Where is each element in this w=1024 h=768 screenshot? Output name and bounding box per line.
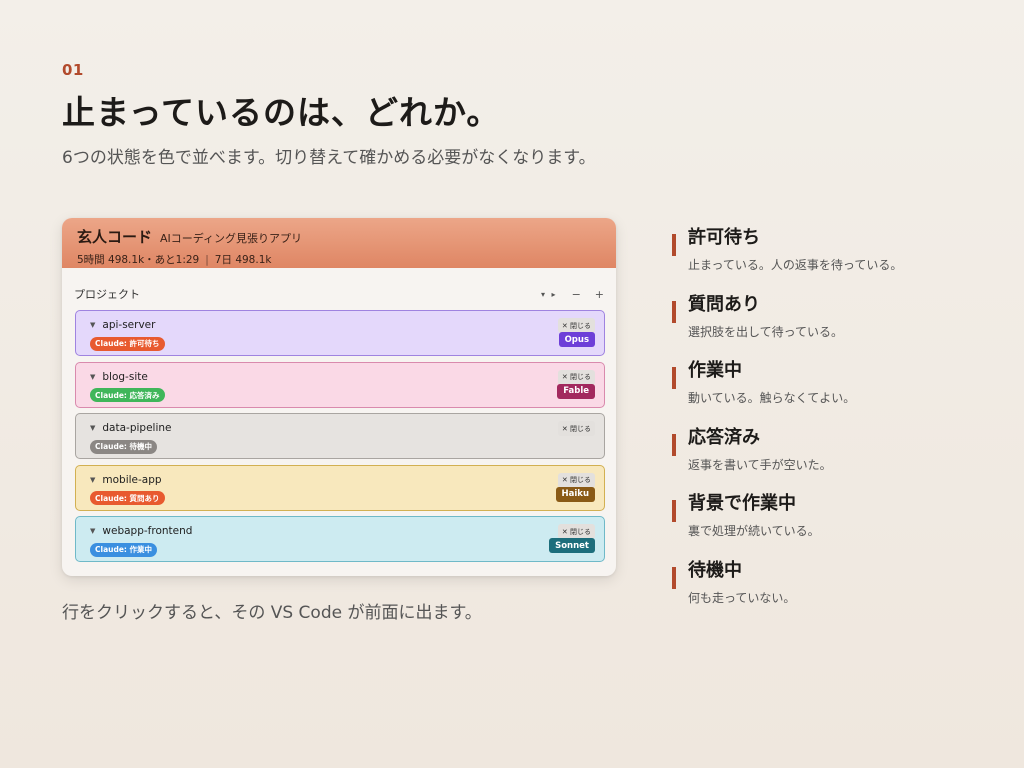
app-subtitle: AIコーディング見張りアプリ (160, 232, 303, 245)
expand-collapse-icon[interactable]: ▾ ▸ (541, 290, 558, 299)
legend-item: 作業中動いている。触らなくてよい。 (672, 359, 992, 426)
week-usage: 7日 498.1k (214, 254, 272, 266)
status-legend: 許可待ち止まっている。人の返事を待っている。質問あり選択肢を出して待っている。作… (672, 226, 992, 626)
project-name: api-server (102, 319, 156, 331)
project-row-blog-site[interactable]: ▼ blog-site Claude: 応答済み ✕ 閉じる Fable (75, 361, 605, 408)
model-tag: Fable (557, 383, 595, 399)
legend-description: 何も走っていない。 (688, 590, 796, 605)
project-section-header: プロジェクト ▾ ▸ − + (62, 278, 616, 310)
legend-title: 背景で作業中 (688, 493, 796, 515)
legend-description: 返事を書いて手が空いた。 (688, 457, 832, 472)
minus-icon[interactable]: − (572, 288, 581, 301)
chevron-down-icon[interactable]: ▼ (90, 321, 95, 329)
legend-item: 背景で作業中裏で処理が続いている。 (672, 492, 992, 559)
legend-accent-bar (672, 500, 676, 523)
project-row-data-pipeline[interactable]: ▼ data-pipeline Claude: 待機中 ✕ 閉じる (75, 413, 605, 459)
project-list: ▼ api-server Claude: 許可待ち ✕ 閉じる Opus ▼ blog-si… (62, 310, 616, 562)
session-usage: 5時間 498.1k・あと1:29 (77, 254, 200, 266)
chevron-down-icon[interactable]: ▼ (90, 476, 95, 484)
legend-title: 作業中 (688, 360, 742, 382)
legend-description: 裏で処理が続いている。 (688, 524, 820, 539)
status-badge: Claude: 応答済み (90, 388, 165, 402)
legend-title: 待機中 (688, 559, 742, 581)
status-badge: Claude: 作業中 (90, 542, 158, 557)
app-window: 玄人コード AIコーディング見張りアプリ 5時間 498.1k・あと1:29 | 7… (62, 218, 616, 576)
page-title: 止まっているのは、どれか。 (62, 93, 501, 132)
legend-item: 質問あり選択肢を出して待っている。 (672, 293, 992, 360)
close-button[interactable]: ✕ 閉じる (557, 369, 595, 385)
close-button[interactable]: ✕ 閉じる (557, 318, 595, 333)
project-row-webapp-frontend[interactable]: ▼ webapp-frontend Claude: 作業中 ✕ 閉じる Sonnet (75, 516, 605, 562)
legend-accent-bar (672, 566, 676, 589)
project-name: blog-site (102, 370, 148, 383)
legend-title: 応答済み (688, 426, 760, 448)
legend-description: 選択肢を出して待っている。 (688, 324, 844, 339)
page-subtitle: 6つの状態を色で並べます。切り替えて確かめる必要がなくなります。 (62, 148, 596, 168)
chevron-down-icon[interactable]: ▼ (90, 527, 95, 535)
legend-accent-bar (672, 234, 676, 256)
legend-item: 応答済み返事を書いて手が空いた。 (672, 426, 992, 493)
status-badge: Claude: 待機中 (90, 439, 158, 454)
legend-accent-bar (672, 433, 676, 456)
legend-accent-bar (672, 300, 676, 323)
close-button[interactable]: ✕ 閉じる (557, 421, 595, 436)
close-button[interactable]: ✕ 閉じる (557, 472, 595, 488)
legend-description: 止まっている。人の返事を待っている。 (688, 258, 903, 272)
status-badge: Claude: 許可待ち (90, 336, 165, 351)
status-badge: Claude: 質問あり (90, 491, 165, 505)
caption: 行をクリックすると、その VS Code が前面に出ます。 (62, 603, 482, 623)
project-name: webapp-frontend (102, 525, 193, 537)
close-button[interactable]: ✕ 閉じる (557, 524, 595, 539)
legend-accent-bar (672, 367, 676, 390)
chevron-down-icon[interactable]: ▼ (90, 373, 95, 381)
legend-description: 動いている。触らなくてよい。 (688, 391, 856, 406)
plus-icon[interactable]: + (595, 288, 604, 301)
model-tag: Haiku (555, 486, 595, 502)
legend-title: 許可待ち (688, 227, 760, 248)
model-tag: Opus (558, 332, 595, 347)
legend-item: 待機中何も走っていない。 (672, 559, 992, 626)
legend-item: 許可待ち止まっている。人の返事を待っている。 (672, 226, 992, 293)
legend-title: 質問あり (688, 293, 760, 315)
model-tag: Sonnet (549, 538, 595, 553)
app-header: 玄人コード AIコーディング見張りアプリ 5時間 498.1k・あと1:29 | 7… (62, 218, 616, 268)
usage-stats: 5時間 498.1k・あと1:29 | 7日 498.1k (77, 252, 601, 267)
project-row-mobile-app[interactable]: ▼ mobile-app Claude: 質問あり ✕ 閉じる Haiku (75, 464, 605, 511)
project-name: data-pipeline (102, 422, 172, 434)
section-label: プロジェクト (74, 288, 140, 301)
app-title: 玄人コード (77, 228, 153, 246)
chevron-down-icon[interactable]: ▼ (90, 424, 95, 432)
stats-divider: | (205, 254, 209, 266)
project-name: mobile-app (102, 473, 162, 486)
slide-number: 01 (62, 61, 84, 79)
project-row-api-server[interactable]: ▼ api-server Claude: 許可待ち ✕ 閉じる Opus (75, 310, 605, 356)
